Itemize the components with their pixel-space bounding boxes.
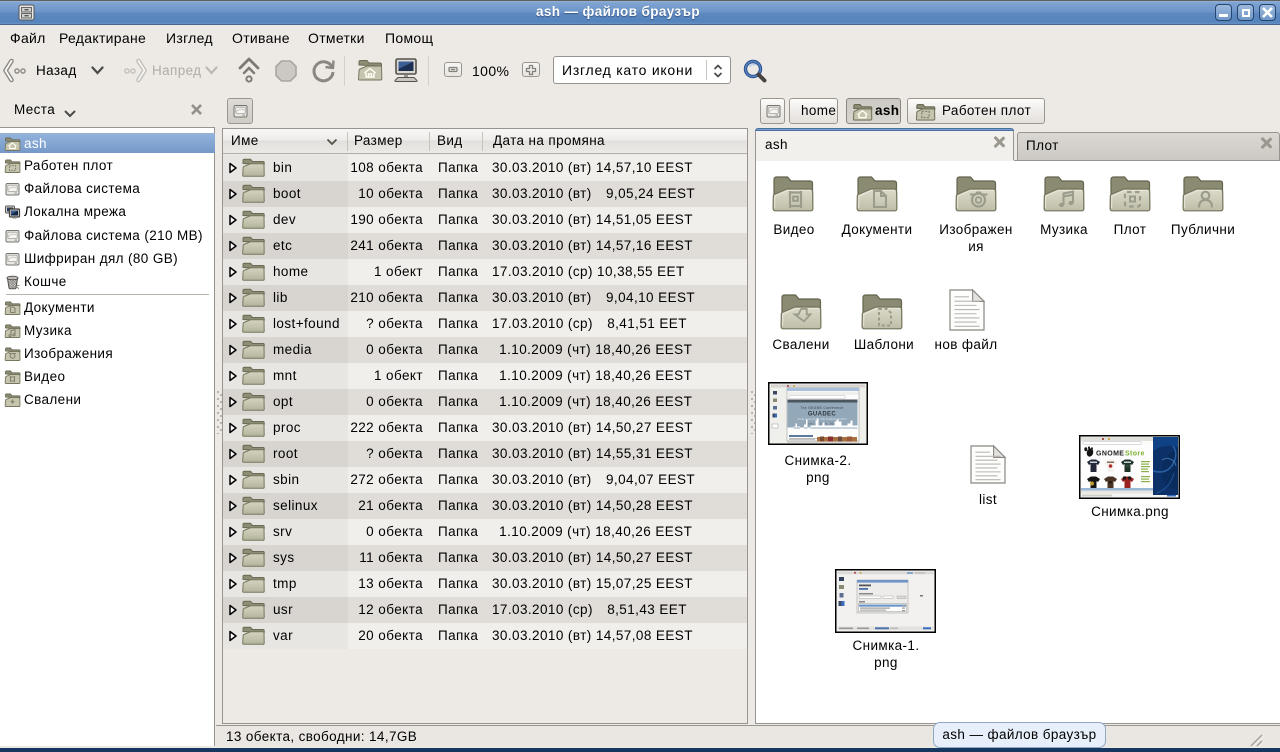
svg-text:THE HAGUE, NETHERLANDS: THE HAGUE, NETHERLANDS — [797, 417, 847, 421]
svg-text:July 24-30th, 2010: July 24-30th, 2010 — [806, 422, 838, 426]
svg-text:The GNOME Conference: The GNOME Conference — [800, 406, 843, 410]
svg-text:Store: Store — [1125, 451, 1145, 458]
svg-text:GNOME: GNOME — [1096, 451, 1124, 458]
